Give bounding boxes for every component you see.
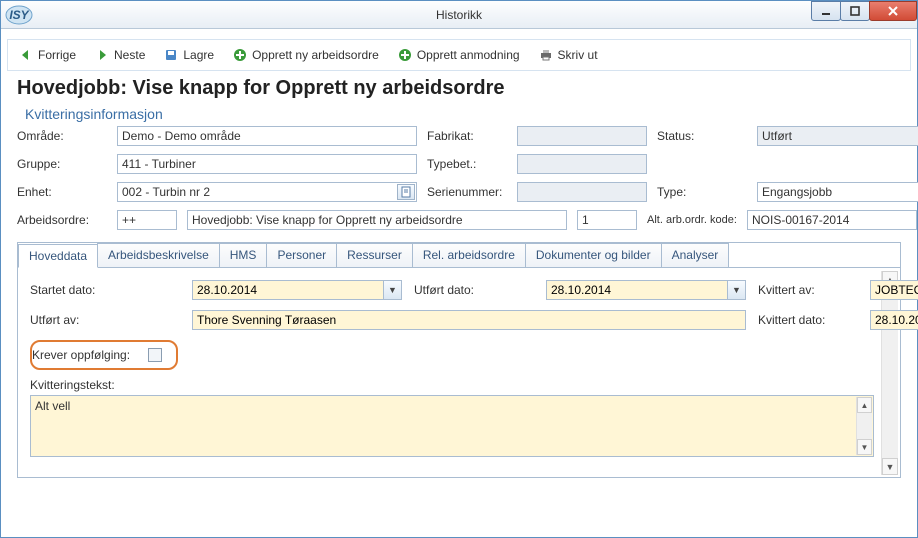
textarea-scrollbar[interactable]: ▲ ▼ <box>856 397 872 455</box>
utfort-av-label: Utført av: <box>30 313 180 327</box>
section-label: Kvitteringsinformasjon <box>25 106 901 122</box>
omrade-label: Område: <box>17 129 107 143</box>
arbeidsordre-code-field[interactable]: ++ <box>117 210 177 230</box>
kvittert-dato-label: Kvittert dato: <box>758 313 858 327</box>
dropdown-icon[interactable]: ▼ <box>727 281 745 299</box>
minimize-button[interactable] <box>811 1 841 21</box>
alt-kode-field[interactable]: NOIS-00167-2014 <box>747 210 917 230</box>
print-label: Skriv ut <box>558 48 598 62</box>
next-label: Neste <box>114 48 145 62</box>
info-grid: Område: Demo - Demo område Fabrikat: Sta… <box>17 126 901 202</box>
startet-dato-label: Startet dato: <box>30 283 180 297</box>
gruppe-label: Gruppe: <box>17 157 107 171</box>
create-workorder-button[interactable]: Opprett ny arbeidsordre <box>228 45 383 65</box>
create-workorder-label: Opprett ny arbeidsordre <box>252 48 379 62</box>
tab-hms[interactable]: HMS <box>219 243 268 267</box>
utfort-dato-field[interactable]: 28.10.2014 ▼ <box>546 280 746 300</box>
enhet-label: Enhet: <box>17 185 107 199</box>
print-button[interactable]: Skriv ut <box>534 45 602 65</box>
krever-oppfolging-highlight: Krever oppfølging: <box>30 340 178 370</box>
save-button[interactable]: Lagre <box>159 45 218 65</box>
kvitteringstekst-textarea[interactable]: Alt vell ▲ ▼ <box>30 395 874 457</box>
content-area: Hovedjobb: Vise knapp for Opprett ny arb… <box>1 77 917 478</box>
plus-circle-icon <box>397 47 413 63</box>
arbeidsordre-label: Arbeidsordre: <box>17 213 107 227</box>
kvitteringstekst-label: Kvitteringstekst: <box>30 378 888 392</box>
type-label: Type: <box>657 185 747 199</box>
maximize-button[interactable] <box>840 1 870 21</box>
kvittert-av-label: Kvittert av: <box>758 283 858 297</box>
serienummer-field <box>517 182 647 202</box>
create-request-label: Opprett anmodning <box>417 48 520 62</box>
close-button[interactable] <box>869 1 917 21</box>
tab-hoveddata[interactable]: Hoveddata <box>18 244 98 268</box>
arrow-left-icon <box>18 47 34 63</box>
titlebar: ISY Historikk <box>1 1 917 29</box>
scroll-down-icon[interactable]: ▼ <box>857 439 872 455</box>
arbeidsordre-num-field[interactable]: 1 <box>577 210 637 230</box>
krever-oppfolging-checkbox[interactable] <box>148 348 162 362</box>
tab-dokumenter[interactable]: Dokumenter og bilder <box>525 243 662 267</box>
scroll-up-icon[interactable]: ▲ <box>857 397 872 413</box>
app-logo-icon: ISY <box>3 2 39 28</box>
tab-analyser[interactable]: Analyser <box>661 243 730 267</box>
plus-circle-icon <box>232 47 248 63</box>
tabstrip: Hoveddata Arbeidsbeskrivelse HMS Persone… <box>18 243 900 268</box>
arbeidsordre-text-field[interactable]: Hovedjobb: Vise knapp for Opprett ny arb… <box>187 210 567 230</box>
document-icon <box>400 186 412 198</box>
kvittert-dato-field[interactable]: 28.10.2014 ▼ <box>870 310 918 330</box>
alt-kode-label: Alt. arb.ordr. kode: <box>647 214 737 226</box>
toolbar: Forrige Neste Lagre Opprett ny arbeidsor… <box>7 39 911 71</box>
prev-button[interactable]: Forrige <box>14 45 80 65</box>
utfort-dato-label: Utført dato: <box>414 283 534 297</box>
window-title: Historikk <box>436 8 482 22</box>
status-field: Utført <box>757 126 918 146</box>
kvittert-av-field[interactable]: JOBTECH <box>870 280 918 300</box>
tab-arbeidsbeskrivelse[interactable]: Arbeidsbeskrivelse <box>97 243 220 267</box>
dropdown-icon[interactable]: ▼ <box>383 281 401 299</box>
utfort-av-field[interactable]: Thore Svenning Tøraasen <box>192 310 746 330</box>
tab-ressurser[interactable]: Ressurser <box>336 243 413 267</box>
save-icon <box>163 47 179 63</box>
printer-icon <box>538 47 554 63</box>
svg-text:ISY: ISY <box>9 8 29 22</box>
krever-oppfolging-label: Krever oppfølging: <box>32 348 130 362</box>
tab-personer[interactable]: Personer <box>266 243 337 267</box>
startet-dato-field[interactable]: 28.10.2014 ▼ <box>192 280 402 300</box>
typebet-field <box>517 154 647 174</box>
arrow-right-icon <box>94 47 110 63</box>
page-title: Hovedjobb: Vise knapp for Opprett ny arb… <box>17 77 901 100</box>
gruppe-field[interactable]: 411 - Turbiner <box>117 154 417 174</box>
arbeidsordre-row: Arbeidsordre: ++ Hovedjobb: Vise knapp f… <box>17 210 901 230</box>
tab-container: Hoveddata Arbeidsbeskrivelse HMS Persone… <box>17 242 901 478</box>
window-controls <box>812 1 917 21</box>
fabrikat-field <box>517 126 647 146</box>
create-request-button[interactable]: Opprett anmodning <box>393 45 524 65</box>
typebet-label: Typebet.: <box>427 157 507 171</box>
tab-panel-hoveddata: Startet dato: 28.10.2014 ▼ Utført dato: … <box>18 268 900 465</box>
tab-rel-arbeidsordre[interactable]: Rel. arbeidsordre <box>412 243 526 267</box>
omrade-field[interactable]: Demo - Demo område <box>117 126 417 146</box>
status-label: Status: <box>657 129 747 143</box>
app-window: ISY Historikk Forrige Neste Lagre Oppret… <box>0 0 918 538</box>
type-field[interactable]: Engangsjobb <box>757 182 918 202</box>
next-button[interactable]: Neste <box>90 45 149 65</box>
enhet-lookup-button[interactable] <box>397 184 415 200</box>
panel-grid: Startet dato: 28.10.2014 ▼ Utført dato: … <box>30 280 888 330</box>
serienummer-label: Serienummer: <box>427 185 507 199</box>
save-label: Lagre <box>183 48 214 62</box>
enhet-field[interactable]: 002 - Turbin nr 2 <box>117 182 417 202</box>
fabrikat-label: Fabrikat: <box>427 129 507 143</box>
prev-label: Forrige <box>38 48 76 62</box>
